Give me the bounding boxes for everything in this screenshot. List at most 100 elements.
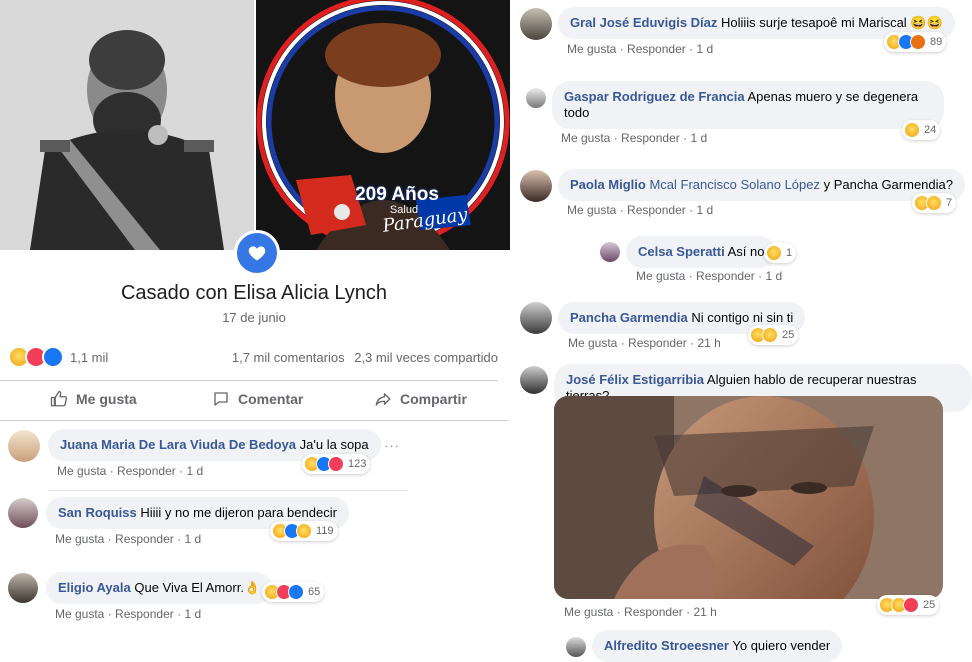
comment-reply-link[interactable]: Responder — [628, 336, 687, 350]
separator-dot: · — [689, 42, 694, 56]
comment-like-link[interactable]: Me gusta — [561, 131, 610, 145]
avatar[interactable] — [520, 8, 552, 40]
wow-reaction-icon — [762, 327, 778, 343]
commenter-name[interactable]: José Félix Estigarribia — [566, 372, 704, 387]
comment-like-link[interactable]: Me gusta — [636, 269, 685, 283]
commenter-name[interactable]: Gral José Eduvigis Díaz — [570, 15, 717, 30]
comments-count[interactable]: 1,7 mil comentarios — [232, 350, 345, 365]
comment-reactions[interactable]: 24 — [902, 120, 941, 140]
comment-button[interactable]: Comentar — [212, 390, 303, 408]
commenter-name[interactable]: Celsa Speratti — [638, 244, 725, 259]
portrait-photo-lopez[interactable] — [0, 0, 254, 250]
commenter-name[interactable]: Pancha Garmendia — [570, 310, 688, 325]
post-action-bar: Me gusta Comentar Compartir — [0, 384, 508, 418]
comment-reaction-count: 24 — [924, 124, 937, 136]
separator-dot: · — [689, 203, 694, 217]
separator-dot: · — [616, 605, 621, 619]
comment-reactions[interactable]: 1 — [764, 243, 797, 263]
comment-reactions[interactable]: 25 — [877, 595, 940, 615]
avatar[interactable] — [566, 637, 586, 657]
separator-dot: · — [107, 607, 112, 621]
comment-reactions[interactable]: 65 — [262, 582, 325, 602]
comment-like-link[interactable]: Me gusta — [55, 607, 104, 621]
commenter-name[interactable]: Eligio Ayala — [58, 580, 131, 595]
avatar[interactable] — [520, 170, 552, 202]
more-options-icon[interactable]: ··· — [384, 438, 400, 453]
commenter-name[interactable]: Juana Maria De Lara Viuda De Bedoya — [60, 437, 296, 452]
avatar[interactable] — [526, 88, 546, 108]
comment-gif-image[interactable] — [554, 396, 943, 599]
life-event-badge — [234, 230, 280, 276]
comment-reactions[interactable]: 7 — [912, 193, 957, 213]
comment-time[interactable]: 21 h — [697, 336, 720, 350]
comment-reply-link[interactable]: Responder — [696, 269, 755, 283]
haha-reaction-icon — [766, 245, 782, 261]
like-outline-icon — [50, 390, 68, 407]
avatar[interactable] — [8, 430, 40, 462]
wow-reaction-icon — [926, 195, 942, 211]
divider — [0, 380, 498, 381]
comment-like-link[interactable]: Me gusta — [568, 336, 617, 350]
share-button[interactable]: Compartir — [374, 390, 467, 408]
comment-like-link[interactable]: Me gusta — [55, 532, 104, 546]
comment-time[interactable]: 1 d — [690, 131, 707, 145]
separator-dot: · — [758, 269, 763, 283]
commenter-name[interactable]: Paola Miglio — [570, 177, 646, 192]
commenter-name[interactable]: San Roquiss — [58, 505, 137, 520]
comment-bubble: Gaspar Rodriguez de Francia Apenas muero… — [552, 81, 944, 129]
comment-like-link[interactable]: Me gusta — [567, 42, 616, 56]
comment-text: Ja'u la sopa — [299, 437, 369, 452]
comment-time[interactable]: 1 d — [186, 464, 203, 478]
avatar[interactable] — [8, 573, 38, 603]
comment-reactions[interactable]: 89 — [884, 32, 947, 52]
comment-reply-link[interactable]: Responder — [115, 607, 174, 621]
reaction-count[interactable]: 1,1 mil — [70, 350, 108, 365]
anniversary-frame-photo[interactable]: 209 Años Salud Paraguay — [256, 0, 510, 250]
comment-meta: Me gusta · Responder · 1 d — [567, 203, 713, 217]
comment-reaction-count: 65 — [308, 586, 321, 598]
tagged-person-link[interactable]: Mcal Francisco Solano López — [649, 177, 820, 192]
comment-time[interactable]: 1 d — [765, 269, 782, 283]
comment-reaction-count: 25 — [923, 599, 936, 611]
post-reactions-summary[interactable]: 1,1 mil 1,7 mil comentarios 2,3 mil vece… — [8, 346, 498, 370]
comment-reply-link[interactable]: Responder — [627, 203, 686, 217]
comment-text: Hiiii y no me dijeron para bendecir — [140, 505, 337, 520]
commenter-name[interactable]: Gaspar Rodriguez de Francia — [564, 89, 745, 104]
comment-reaction-count: 1 — [786, 247, 793, 259]
avatar[interactable] — [520, 366, 548, 394]
overlay-years-text: 209 Años — [355, 184, 439, 205]
commenter-name[interactable]: Alfredito Stroeesner — [604, 638, 729, 653]
avatar[interactable] — [600, 242, 620, 262]
comment-reactions[interactable]: 119 — [270, 521, 338, 541]
comment-reactions[interactable]: 123 — [302, 454, 371, 474]
comment-text: y Pancha Garmendia? — [823, 177, 953, 192]
comment-time[interactable]: 1 d — [184, 607, 201, 621]
comment-reply-link[interactable]: Responder — [621, 131, 680, 145]
comment-meta: Me gusta · Responder · 21 h — [564, 605, 717, 619]
avatar[interactable] — [520, 302, 552, 334]
comment-bubble: Alfredito Stroeesner Yo quiero vender — [592, 630, 843, 662]
comment-time[interactable]: 1 d — [696, 42, 713, 56]
life-event-date[interactable]: 17 de junio — [0, 310, 508, 325]
comment-reply-link[interactable]: Responder — [117, 464, 176, 478]
shares-count[interactable]: 2,3 mil veces compartido — [354, 350, 498, 365]
comment-reactions[interactable]: 25 — [748, 325, 799, 345]
avatar[interactable] — [8, 498, 38, 528]
comment-time[interactable]: 1 d — [696, 203, 713, 217]
comment-time[interactable]: 21 h — [693, 605, 716, 619]
separator-dot: · — [619, 42, 624, 56]
comment-time[interactable]: 1 d — [184, 532, 201, 546]
separator-dot: · — [683, 131, 688, 145]
comment-reply-link[interactable]: Responder — [115, 532, 174, 546]
comment-reaction-count: 25 — [782, 329, 795, 341]
comment-like-link[interactable]: Me gusta — [57, 464, 106, 478]
comment-reply-link[interactable]: Responder — [624, 605, 683, 619]
like-button[interactable]: Me gusta — [50, 390, 137, 408]
separator-dot: · — [688, 269, 693, 283]
comment-meta: Me gusta · Responder · 21 h — [568, 336, 721, 350]
comment-text: Yo quiero vender — [732, 638, 831, 653]
comment-like-link[interactable]: Me gusta — [564, 605, 613, 619]
like-button-label: Me gusta — [76, 391, 137, 407]
comment-reply-link[interactable]: Responder — [627, 42, 686, 56]
comment-like-link[interactable]: Me gusta — [567, 203, 616, 217]
